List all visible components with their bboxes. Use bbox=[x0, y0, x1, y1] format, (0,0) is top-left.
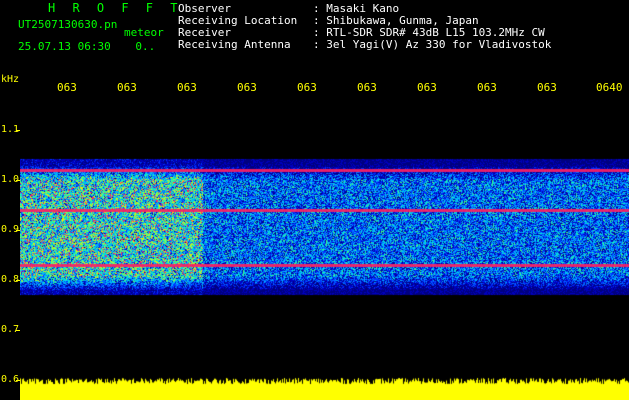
app-title: H R O F F T bbox=[48, 1, 183, 15]
x-tick: 063 bbox=[357, 81, 377, 94]
x-tick: 063 bbox=[237, 81, 257, 94]
x-tick: 0640 bbox=[596, 81, 623, 94]
x-tick: 063 bbox=[117, 81, 137, 94]
meta-antenna: Receiving Antenna: 3el Yagi(V) Az 330 fo… bbox=[178, 38, 552, 51]
extra-value: 0.. bbox=[135, 40, 156, 53]
file-type-label: meteor bbox=[124, 26, 164, 39]
filename-label: UT2507130630.pn bbox=[18, 18, 118, 31]
datetime-label: 25.07.13 06:30 0.. bbox=[18, 40, 155, 53]
spectrogram-panel bbox=[20, 100, 629, 400]
x-tick: 063 bbox=[537, 81, 557, 94]
metadata-block: Observer: Masaki Kano Receiving Location… bbox=[178, 3, 551, 51]
x-tick: 063 bbox=[177, 81, 197, 94]
x-tick: 063 bbox=[57, 81, 77, 94]
x-tick: 063 bbox=[417, 81, 437, 94]
header-panel: H R O F F T UT2507130630.pn meteor 25.07… bbox=[0, 0, 629, 75]
y-axis-unit: kHz bbox=[1, 74, 20, 85]
spectrogram-canvas bbox=[20, 100, 629, 400]
x-tick: 063 bbox=[477, 81, 497, 94]
x-tick: 063 bbox=[297, 81, 317, 94]
datetime-value: 25.07.13 06:30 bbox=[18, 40, 111, 53]
